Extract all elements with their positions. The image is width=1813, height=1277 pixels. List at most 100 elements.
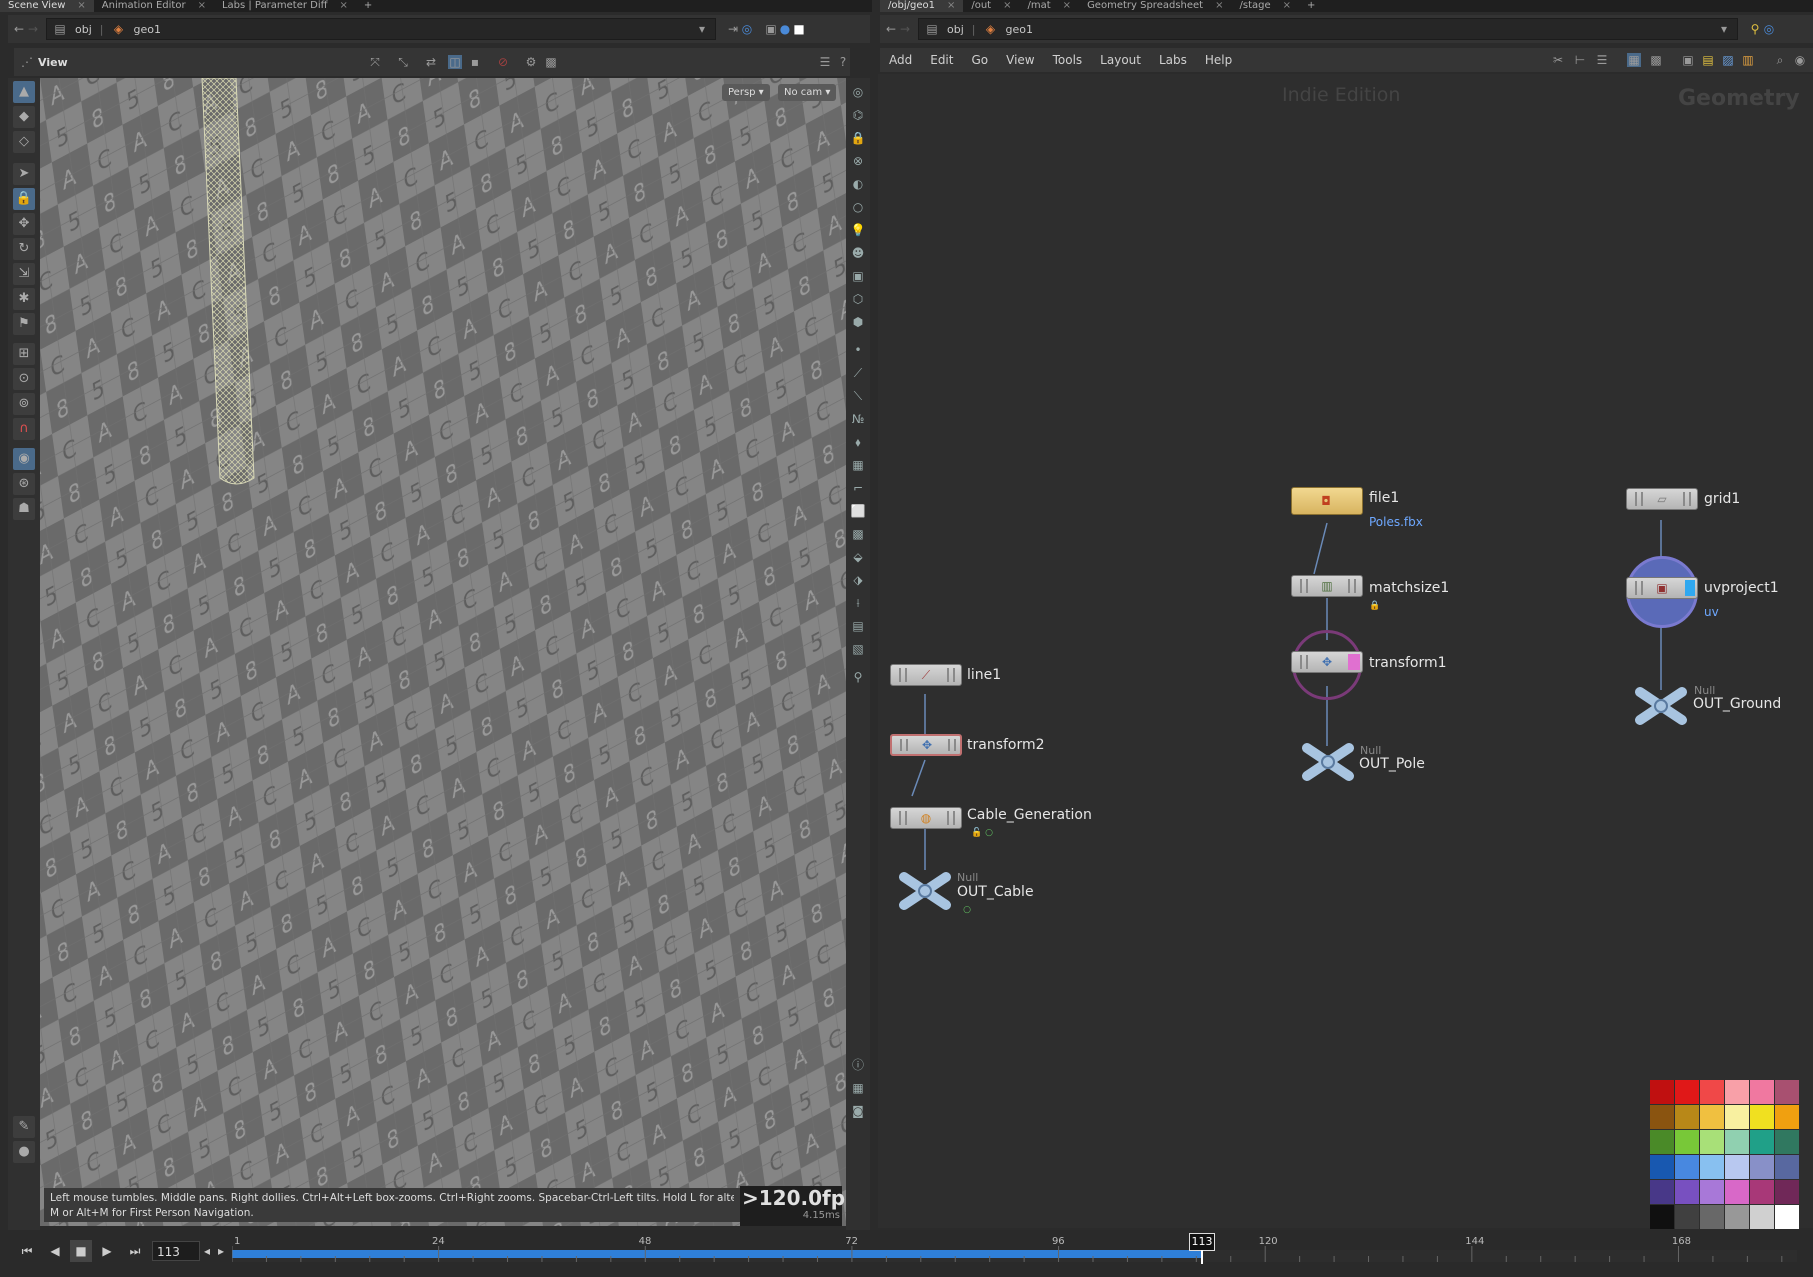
close-icon[interactable]: ×: [947, 0, 955, 11]
network-box-icon[interactable]: ▥: [1741, 53, 1755, 67]
close-icon[interactable]: ×: [1003, 0, 1011, 11]
node-transform2[interactable]: ✥: [890, 734, 962, 756]
chevron-down-icon[interactable]: ▾: [1717, 22, 1731, 36]
render-region-icon[interactable]: ⊛: [13, 473, 35, 495]
color-swatch[interactable]: [1675, 1130, 1699, 1154]
color-swatch[interactable]: [1650, 1080, 1674, 1104]
color-swatch[interactable]: [1700, 1130, 1724, 1154]
node-cable-generation[interactable]: ◍: [890, 807, 962, 829]
next-key-icon[interactable]: ▸: [214, 1240, 228, 1262]
tab-out[interactable]: /out ×: [963, 0, 1019, 12]
snapshot-icon[interactable]: ▧: [849, 640, 867, 658]
tab-mat[interactable]: /mat ×: [1020, 0, 1080, 12]
tree-view-icon[interactable]: ⊢: [1573, 53, 1587, 67]
node-out-ground[interactable]: [1634, 686, 1688, 726]
move-tool-icon[interactable]: ✥: [13, 213, 35, 235]
color-swatch[interactable]: [1775, 1155, 1799, 1179]
display-flag[interactable]: [1348, 654, 1360, 670]
color-swatch[interactable]: [1725, 1080, 1749, 1104]
color-swatch[interactable]: [1775, 1080, 1799, 1104]
current-frame-field[interactable]: 113: [152, 1241, 200, 1261]
path-child[interactable]: geo1: [134, 23, 161, 36]
color-swatch[interactable]: [1700, 1155, 1724, 1179]
node-label[interactable]: line1: [967, 667, 1001, 683]
snap-point-icon[interactable]: ⊚: [13, 393, 35, 415]
color-swatch[interactable]: [1750, 1155, 1774, 1179]
color-swatch[interactable]: [1650, 1180, 1674, 1204]
timeline-ruler[interactable]: 113 1 24 48 72 96 120 144 168: [232, 1233, 1797, 1264]
node-uvproject1[interactable]: ▣: [1626, 577, 1698, 599]
vector-display-icon[interactable]: ⟍: [849, 387, 867, 405]
eye-icon[interactable]: ◉: [1793, 53, 1807, 67]
color-swatch[interactable]: [1675, 1105, 1699, 1129]
color-swatch[interactable]: [1750, 1180, 1774, 1204]
rotate-tool-icon[interactable]: ↻: [13, 238, 35, 260]
jump-start-icon[interactable]: ⏮: [16, 1240, 38, 1262]
sphere-icon[interactable]: ●: [13, 1141, 35, 1163]
path-child[interactable]: geo1: [1006, 23, 1033, 36]
close-icon[interactable]: ×: [1063, 0, 1071, 11]
play-icon[interactable]: ▶: [96, 1240, 118, 1262]
path-root[interactable]: obj: [75, 23, 92, 36]
node-label[interactable]: Cable_Generation: [967, 807, 1092, 823]
magnet-icon[interactable]: ∩: [13, 418, 35, 440]
menu-edit[interactable]: Edit: [930, 53, 953, 67]
node-label[interactable]: transform2: [967, 737, 1045, 753]
isolate-icon[interactable]: ⊗: [849, 152, 867, 170]
tab-geometry-spreadsheet[interactable]: Geometry Spreadsheet ×: [1079, 0, 1231, 12]
quad-view-icon[interactable]: ▦: [849, 1079, 867, 1097]
color-swatch[interactable]: [1650, 1155, 1674, 1179]
node-label[interactable]: file1: [1369, 490, 1399, 506]
pin-view-icon[interactable]: ⚲: [849, 668, 867, 686]
color-swatch[interactable]: [1700, 1205, 1724, 1229]
viewport-3d[interactable]: A 8 C 5: [40, 78, 846, 1226]
camera-view-icon[interactable]: ▣: [849, 267, 867, 285]
color-swatch[interactable]: [1750, 1105, 1774, 1129]
node-out-cable[interactable]: [898, 871, 952, 911]
camera-icon[interactable]: ⚙: [524, 55, 538, 69]
close-icon[interactable]: ×: [1283, 0, 1291, 11]
scale-tool-icon[interactable]: ⇲: [13, 263, 35, 285]
node-matchsize1[interactable]: ▥: [1291, 575, 1363, 597]
color-swatch[interactable]: [1700, 1105, 1724, 1129]
tab-animation-editor[interactable]: Animation Editor ×: [94, 0, 214, 12]
step-back-icon[interactable]: ◀: [44, 1240, 66, 1262]
chevron-down-icon[interactable]: ▾: [695, 22, 709, 36]
normal-display-icon[interactable]: ⟋: [849, 364, 867, 382]
color-swatch[interactable]: [1750, 1080, 1774, 1104]
color-swatch[interactable]: [1725, 1130, 1749, 1154]
close-icon[interactable]: ×: [340, 0, 348, 11]
node-label[interactable]: OUT_Cable: [957, 884, 1034, 900]
color-swatch[interactable]: [1650, 1205, 1674, 1229]
pointer-icon[interactable]: ➤: [13, 163, 35, 185]
link-icon[interactable]: ◎: [1762, 22, 1776, 36]
handle-tool-icon[interactable]: ✱: [13, 288, 35, 310]
color-swatch[interactable]: [1675, 1180, 1699, 1204]
select-points-icon[interactable]: ◆: [13, 106, 35, 128]
color-swatch[interactable]: [1725, 1180, 1749, 1204]
color-swatch[interactable]: [1700, 1080, 1724, 1104]
guide-display-icon[interactable]: ⬗: [849, 571, 867, 589]
viewport-title[interactable]: View: [38, 56, 68, 69]
node-label[interactable]: OUT_Pole: [1359, 756, 1425, 772]
select-tool-icon[interactable]: ▲: [13, 81, 35, 103]
persp-menu-button[interactable]: Persp ▾: [722, 84, 770, 101]
color-swatch[interactable]: [1725, 1105, 1749, 1129]
color-swatch[interactable]: [1650, 1130, 1674, 1154]
node-file1[interactable]: ◘: [1291, 487, 1363, 515]
uv-display-icon[interactable]: ⌐: [849, 479, 867, 497]
color-swatch[interactable]: [1725, 1205, 1749, 1229]
node-label[interactable]: uvproject1: [1704, 580, 1779, 596]
color-swatch[interactable]: [1775, 1180, 1799, 1204]
menu-labs[interactable]: Labs: [1159, 53, 1187, 67]
tab-stage[interactable]: /stage ×: [1231, 0, 1299, 12]
thumbnail-view-icon[interactable]: ▩: [1649, 53, 1663, 67]
color-swatch[interactable]: [1750, 1130, 1774, 1154]
back-arrow-icon[interactable]: ←: [884, 22, 898, 36]
forward-arrow-icon[interactable]: →: [898, 22, 912, 36]
grid-display-icon[interactable]: ▩: [849, 525, 867, 543]
close-icon[interactable]: ×: [1215, 0, 1223, 11]
menu-help[interactable]: Help: [1205, 53, 1232, 67]
color-swatch[interactable]: [1675, 1080, 1699, 1104]
path-field[interactable]: ▤ obj | ◈ geo1 ▾: [46, 18, 716, 40]
